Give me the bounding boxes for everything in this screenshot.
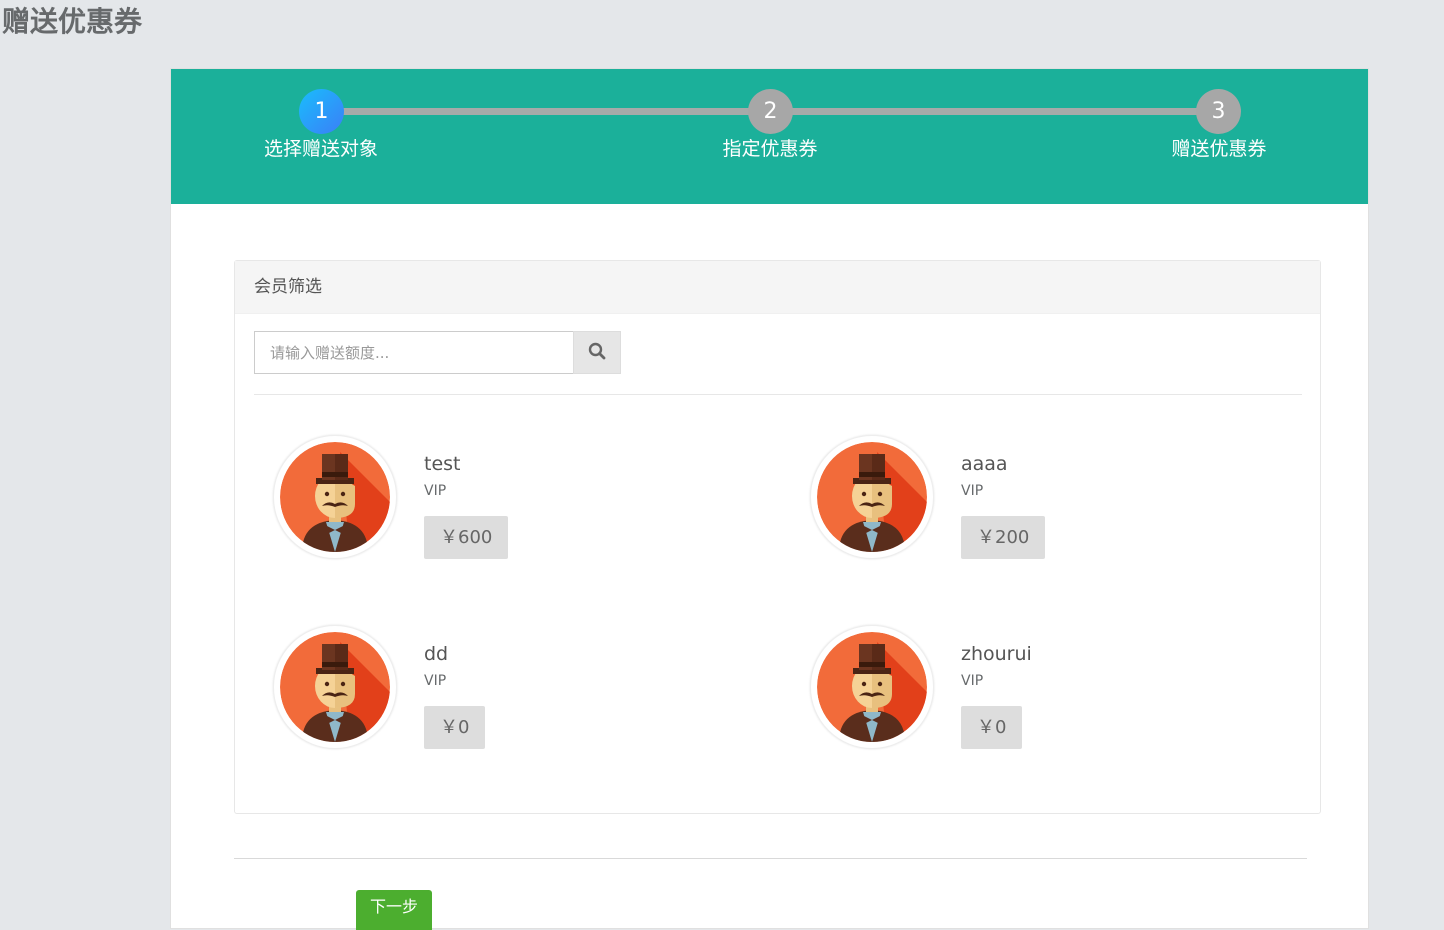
- member-name: aaaa: [961, 453, 1008, 475]
- page-title: 赠送优惠券: [2, 5, 143, 38]
- divider: [234, 858, 1307, 859]
- avatar: [273, 435, 397, 559]
- wizard-card: 1 选择赠送对象 2 指定优惠券 3 赠送优惠券 会员筛选 请输入赠送额度...…: [170, 68, 1369, 930]
- avatar: [810, 625, 934, 749]
- member-card[interactable]: aaaa VIP ￥200: [791, 435, 1211, 565]
- member-card[interactable]: dd VIP ￥0: [254, 625, 674, 755]
- search-icon: [588, 342, 606, 364]
- search-input[interactable]: [254, 331, 574, 374]
- member-level: VIP: [961, 483, 984, 499]
- next-step-button[interactable]: 下一步: [356, 890, 432, 930]
- member-card[interactable]: test VIP ￥600: [254, 435, 674, 565]
- panel-title: 会员筛选: [254, 277, 322, 297]
- divider: [254, 394, 1302, 395]
- member-level: VIP: [961, 673, 984, 689]
- step-1-label: 选择赠送对象: [263, 138, 378, 160]
- member-filter-panel: 会员筛选 请输入赠送额度... test VIP ￥600 aaaa VIP ￥…: [234, 260, 1321, 814]
- step-2-label: 指定优惠券: [722, 138, 818, 160]
- member-name: dd: [424, 643, 449, 665]
- member-card[interactable]: zhourui VIP ￥0: [791, 625, 1211, 755]
- step-2-circle[interactable]: 2: [748, 89, 793, 134]
- member-name: test: [424, 453, 461, 475]
- member-amount-badge: ￥200: [961, 516, 1046, 559]
- panel-header: 会员筛选: [235, 261, 1320, 314]
- avatar: [810, 435, 934, 559]
- member-level: VIP: [424, 673, 447, 689]
- step-1-circle[interactable]: 1: [299, 89, 344, 134]
- wizard-steps: 1 选择赠送对象 2 指定优惠券 3 赠送优惠券: [171, 69, 1368, 204]
- member-amount-badge: ￥600: [424, 516, 509, 559]
- member-amount-badge: ￥0: [961, 706, 1023, 749]
- avatar: [273, 625, 397, 749]
- step-3-circle[interactable]: 3: [1196, 89, 1241, 134]
- member-name: zhourui: [961, 643, 1032, 665]
- member-amount-badge: ￥0: [424, 706, 486, 749]
- member-level: VIP: [424, 483, 447, 499]
- search-button[interactable]: [573, 331, 621, 374]
- step-3-label: 赠送优惠券: [1171, 138, 1267, 160]
